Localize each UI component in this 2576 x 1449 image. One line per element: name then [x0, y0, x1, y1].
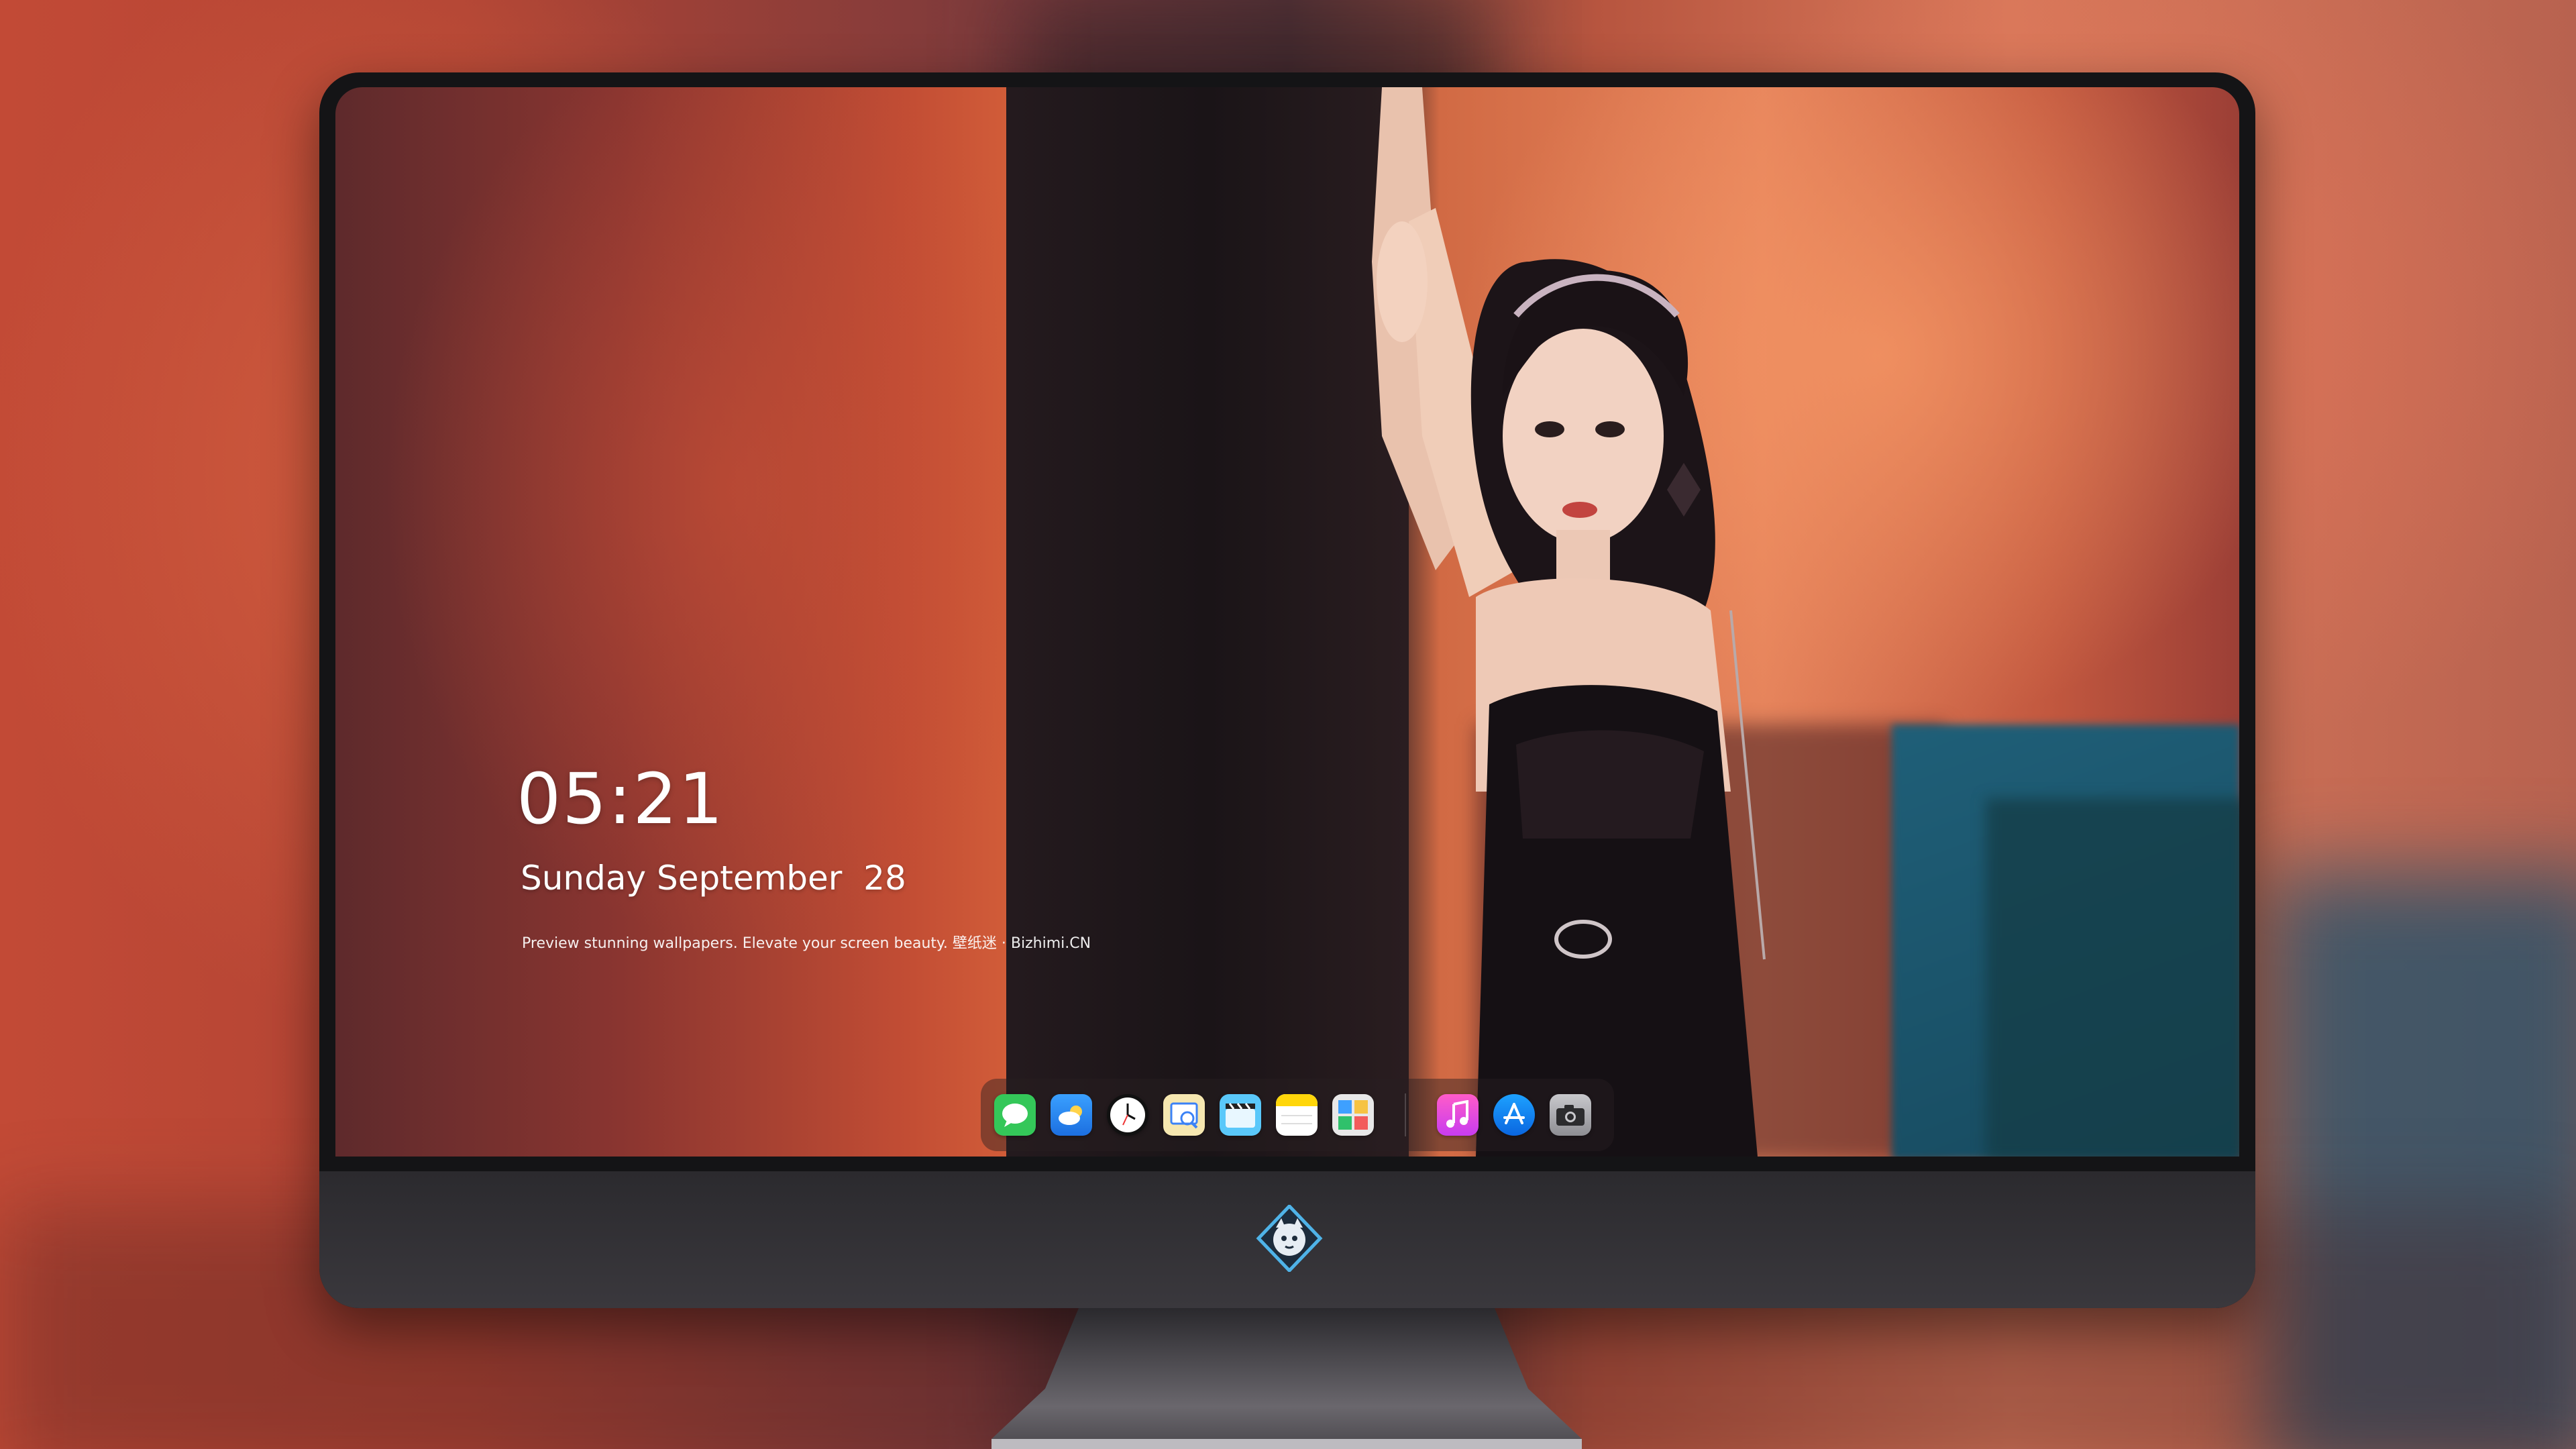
- screen: 05:21 Sunday September 28 Preview stunni…: [335, 87, 2239, 1157]
- notes-icon[interactable]: [1276, 1094, 1318, 1136]
- mascot-logo-icon: [1256, 1205, 1323, 1272]
- monitor-chin: [319, 1171, 2255, 1308]
- camera-icon[interactable]: [1550, 1094, 1591, 1136]
- dock-separator: [1405, 1093, 1406, 1136]
- wallpaper-figure: [1372, 87, 1766, 1157]
- wallpaper-teal-inner: [1986, 798, 2239, 1157]
- desktop-background: 05:21 Sunday September 28 Preview stunni…: [0, 0, 2576, 1449]
- messages-icon[interactable]: [994, 1094, 1036, 1136]
- clock-icon[interactable]: [1107, 1094, 1148, 1136]
- lockscreen-date: Sunday September 28: [521, 859, 906, 898]
- monitor-frame: 05:21 Sunday September 28 Preview stunni…: [319, 72, 2255, 1308]
- lockscreen-time: 05:21: [517, 758, 724, 840]
- photos-icon[interactable]: [1332, 1094, 1374, 1136]
- preview-icon[interactable]: [1163, 1094, 1205, 1136]
- weather-icon[interactable]: [1051, 1094, 1092, 1136]
- music-icon[interactable]: [1437, 1094, 1479, 1136]
- monitor-stand: [991, 1308, 1582, 1449]
- lockscreen-tagline: Preview stunning wallpapers. Elevate you…: [522, 935, 1091, 952]
- video-editor-icon[interactable]: [1220, 1094, 1261, 1136]
- app-store-icon[interactable]: [1493, 1094, 1535, 1136]
- dock: [981, 1079, 1614, 1151]
